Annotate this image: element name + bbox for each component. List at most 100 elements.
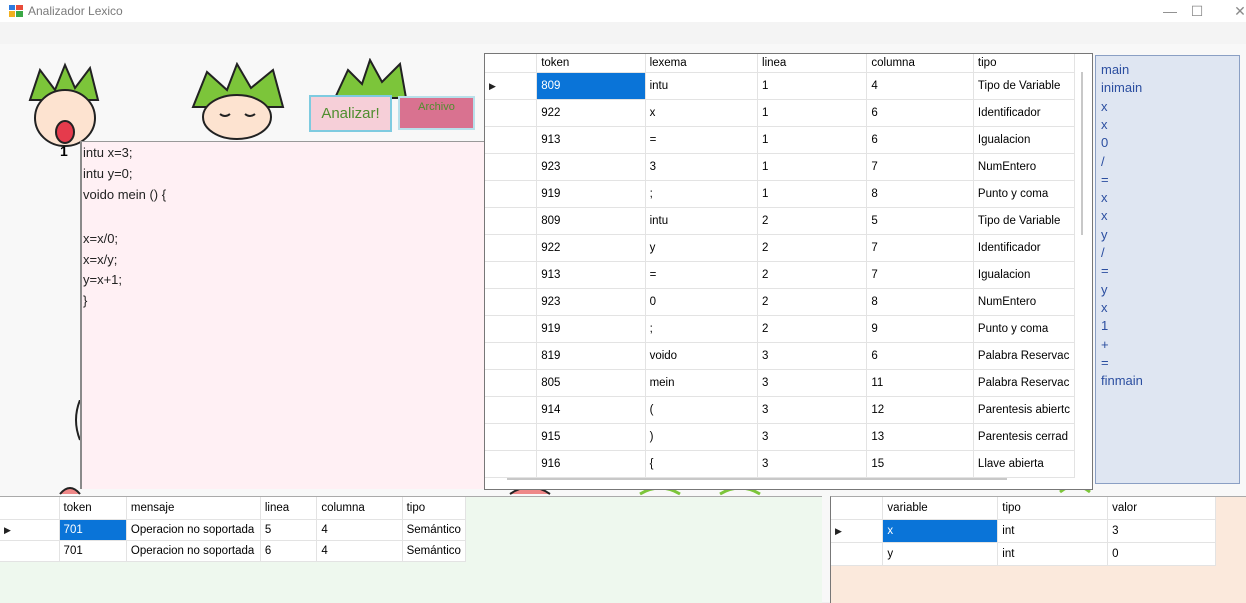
table-cell[interactable]: 6	[260, 540, 318, 562]
table-cell[interactable]: Igualacion	[973, 261, 1076, 289]
column-header-tipo[interactable]: tipo	[997, 497, 1109, 520]
table-cell[interactable]: 4	[316, 540, 403, 562]
tokens-grid[interactable]: token lexema linea columna tipo ▶ 809 intu…	[484, 53, 1093, 490]
column-header-columna[interactable]: columna	[866, 54, 974, 73]
table-cell[interactable]: 916	[536, 450, 646, 478]
column-header-linea[interactable]: linea	[757, 54, 868, 73]
column-header-mensaje[interactable]: mensaje	[126, 497, 261, 520]
table-cell[interactable]: intu	[645, 207, 759, 235]
table-cell[interactable]: Operacion no soportada	[126, 540, 261, 562]
table-cell[interactable]: NumEntero	[973, 153, 1076, 181]
row-header[interactable]	[485, 450, 538, 478]
column-header-linea[interactable]: linea	[260, 497, 318, 520]
minimize-button[interactable]: —	[1160, 3, 1180, 19]
table-cell[interactable]: Punto y coma	[973, 315, 1076, 343]
close-button[interactable]: ✕	[1230, 3, 1246, 20]
listbox-item[interactable]: x	[1101, 208, 1108, 223]
row-header[interactable]	[485, 423, 538, 451]
table-cell[interactable]: 7	[866, 234, 974, 262]
table-cell[interactable]: 6	[866, 99, 974, 127]
table-cell[interactable]: Palabra Reservac	[973, 369, 1076, 397]
table-cell[interactable]: 1	[757, 153, 868, 181]
table-cell[interactable]: 6	[866, 342, 974, 370]
table-cell[interactable]: 0	[1107, 542, 1216, 566]
table-cell[interactable]: (	[645, 396, 759, 424]
table-cell[interactable]: Semántico	[402, 519, 467, 541]
table-row[interactable]: y int 0	[831, 542, 1216, 566]
listbox-item[interactable]: x	[1101, 300, 1108, 315]
table-cell[interactable]: Parentesis cerrad	[973, 423, 1076, 451]
table-cell[interactable]: 922	[536, 234, 646, 262]
table-cell[interactable]: Semántico	[402, 540, 467, 562]
row-header[interactable]	[485, 288, 538, 316]
table-cell[interactable]: 809	[536, 207, 646, 235]
column-header-valor[interactable]: valor	[1107, 497, 1216, 520]
table-row[interactable]: 915) 3 13 Parentesis cerrad	[485, 423, 1076, 451]
archivo-button[interactable]: Archivo	[398, 96, 475, 130]
row-header[interactable]: ▶	[0, 519, 60, 541]
table-cell[interactable]: 2	[757, 234, 868, 262]
table-cell[interactable]: 809	[536, 72, 646, 100]
table-cell[interactable]: {	[645, 450, 759, 478]
table-cell[interactable]: 1	[757, 180, 868, 208]
table-cell[interactable]: Identificador	[973, 99, 1076, 127]
row-header[interactable]	[485, 396, 538, 424]
column-header-lexema[interactable]: lexema	[645, 54, 759, 73]
table-cell[interactable]: 919	[536, 315, 646, 343]
row-header[interactable]	[485, 315, 538, 343]
table-cell[interactable]: 915	[536, 423, 646, 451]
table-cell[interactable]: ;	[645, 180, 759, 208]
row-header[interactable]	[485, 126, 538, 154]
table-cell[interactable]: Punto y coma	[973, 180, 1076, 208]
table-cell[interactable]: 1	[757, 126, 868, 154]
table-cell[interactable]: 4	[316, 519, 403, 541]
listbox-item[interactable]: y	[1101, 282, 1108, 297]
errors-grid[interactable]: token mensaje linea columna tipo ▶ 701 Ope…	[0, 496, 822, 603]
table-cell[interactable]: int	[997, 519, 1109, 543]
listbox-item[interactable]: 0	[1101, 135, 1108, 150]
table-cell[interactable]: 2	[757, 207, 868, 235]
table-cell[interactable]: 913	[536, 261, 646, 289]
table-cell[interactable]: 3	[757, 450, 868, 478]
table-row[interactable]: 914(3 12 Parentesis abiertc	[485, 396, 1076, 424]
table-cell[interactable]: 3	[757, 396, 868, 424]
table-cell[interactable]: 923	[536, 288, 646, 316]
table-row[interactable]: 819 voido 3 6 Palabra Reservac	[485, 342, 1076, 370]
listbox-item[interactable]: /	[1101, 245, 1105, 260]
table-cell[interactable]: y	[882, 542, 999, 566]
table-cell[interactable]: 3	[757, 369, 868, 397]
listbox-item[interactable]: inimain	[1101, 80, 1142, 95]
table-row[interactable]: 913 = 2 7 Igualacion	[485, 261, 1076, 289]
table-cell[interactable]: 1	[757, 72, 868, 100]
table-cell[interactable]: 805	[536, 369, 646, 397]
row-header[interactable]	[0, 540, 60, 562]
vertical-scrollbar[interactable]	[1081, 72, 1083, 235]
table-row[interactable]: 922 y 2 7 Identificador	[485, 234, 1076, 262]
table-row[interactable]: 805 mein 3 11 Palabra Reservac	[485, 369, 1076, 397]
table-cell[interactable]: 701	[59, 540, 127, 562]
table-row[interactable]: 923 3 1 7 NumEntero	[485, 153, 1076, 181]
table-cell[interactable]: 7	[866, 261, 974, 289]
table-cell[interactable]: NumEntero	[973, 288, 1076, 316]
postfix-listbox[interactable]: main inimain x x 0/= x x y / = y x 1 + = finmain	[1095, 55, 1240, 484]
table-cell[interactable]: y	[645, 234, 759, 262]
table-cell[interactable]: x	[645, 99, 759, 127]
listbox-item[interactable]: =	[1101, 355, 1109, 370]
table-cell[interactable]: voido	[645, 342, 759, 370]
row-header[interactable]	[485, 234, 538, 262]
table-cell[interactable]: ;	[645, 315, 759, 343]
table-cell[interactable]: 1	[757, 99, 868, 127]
table-cell[interactable]: Tipo de Variable	[973, 72, 1076, 100]
listbox-item[interactable]: +	[1101, 337, 1109, 352]
table-cell[interactable]: 3	[645, 153, 759, 181]
row-header[interactable]: ▶	[485, 72, 538, 100]
table-row[interactable]: ▶ 701 Operacion no soportada 5 4 Semántico	[0, 519, 467, 541]
table-cell[interactable]: 922	[536, 99, 646, 127]
table-cell[interactable]: 11	[866, 369, 974, 397]
row-header[interactable]	[485, 342, 538, 370]
table-cell[interactable]: 3	[757, 342, 868, 370]
table-cell[interactable]: 819	[536, 342, 646, 370]
table-cell[interactable]: 5	[866, 207, 974, 235]
row-header[interactable]	[485, 99, 538, 127]
table-cell[interactable]: 4	[866, 72, 974, 100]
